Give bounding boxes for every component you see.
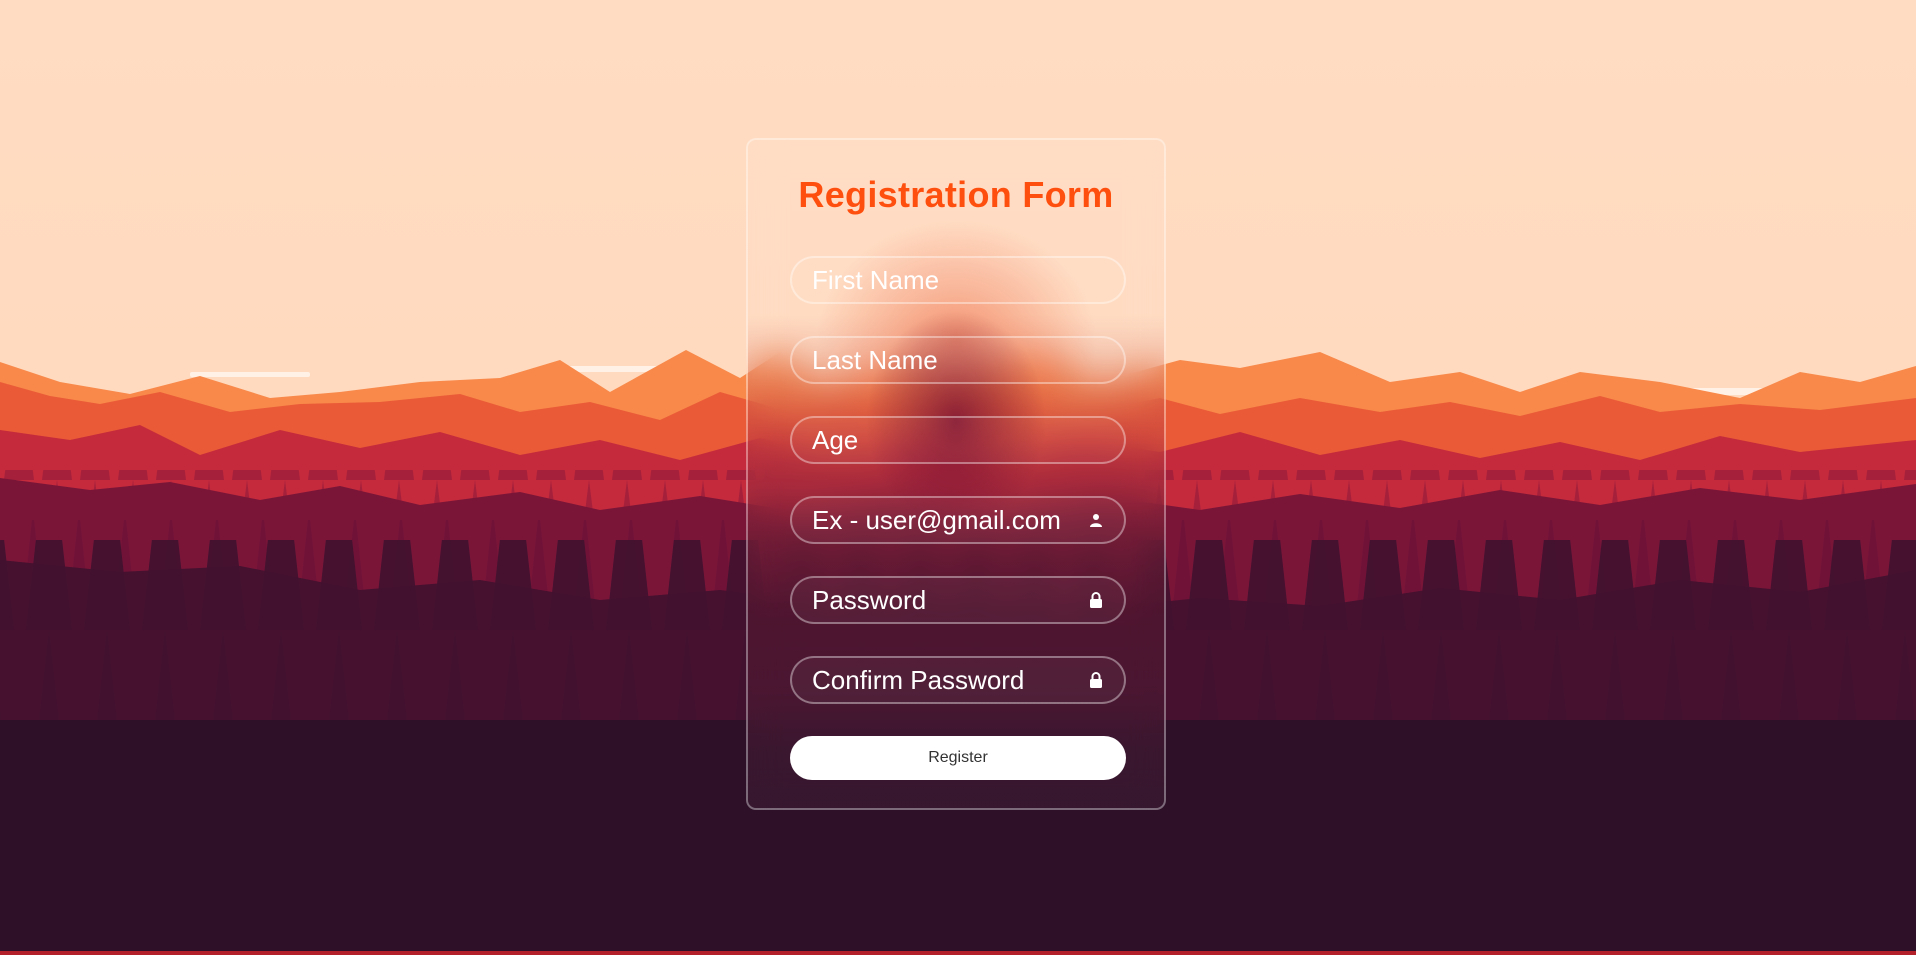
user-icon xyxy=(1088,512,1104,528)
email-input[interactable] xyxy=(792,498,1124,542)
confirm-password-input[interactable] xyxy=(792,658,1124,702)
card-glow xyxy=(748,140,1164,808)
first-name-input[interactable] xyxy=(792,258,1124,302)
registration-form: Registration Form Register xyxy=(746,138,1166,810)
confirm-password-field xyxy=(790,656,1126,704)
age-field xyxy=(790,416,1126,464)
register-button[interactable]: Register xyxy=(790,736,1126,780)
bottom-border xyxy=(0,951,1916,955)
password-input[interactable] xyxy=(792,578,1124,622)
form-title: Registration Form xyxy=(798,174,1114,215)
last-name-input[interactable] xyxy=(792,338,1124,382)
last-name-field xyxy=(790,336,1126,384)
lock-icon xyxy=(1088,672,1104,688)
first-name-field xyxy=(790,256,1126,304)
lock-icon xyxy=(1088,592,1104,608)
email-field xyxy=(790,496,1126,544)
age-input[interactable] xyxy=(792,418,1124,462)
password-field xyxy=(790,576,1126,624)
